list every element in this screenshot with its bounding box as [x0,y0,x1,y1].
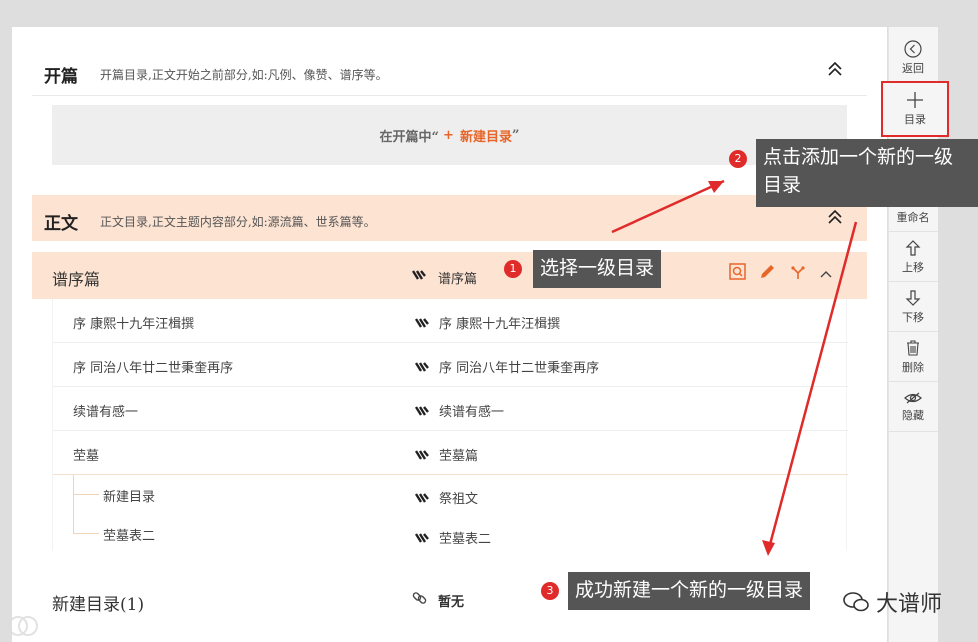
watermark-logo-icon [8,616,38,636]
annotation-tip-3: 成功新建一个新的一级目录 [568,572,811,610]
annotation-tip-1: 选择一级目录 [533,250,662,288]
watermark-left: 大数跨境 [8,614,108,638]
watermark-left-text: 大数跨境 [44,618,109,637]
annotation-tip-2: 点击添加一个新的一级目录 [756,139,978,207]
step-badge-3: 3 [541,582,559,600]
watermark-right-text: 大谱师 [876,592,943,617]
wechat-icon [843,592,869,612]
step-badge-2: 2 [729,150,747,168]
annotation-arrows [611,179,858,556]
watermark-right: 大谱师 [842,586,942,618]
step-badge-1: 1 [504,260,522,278]
